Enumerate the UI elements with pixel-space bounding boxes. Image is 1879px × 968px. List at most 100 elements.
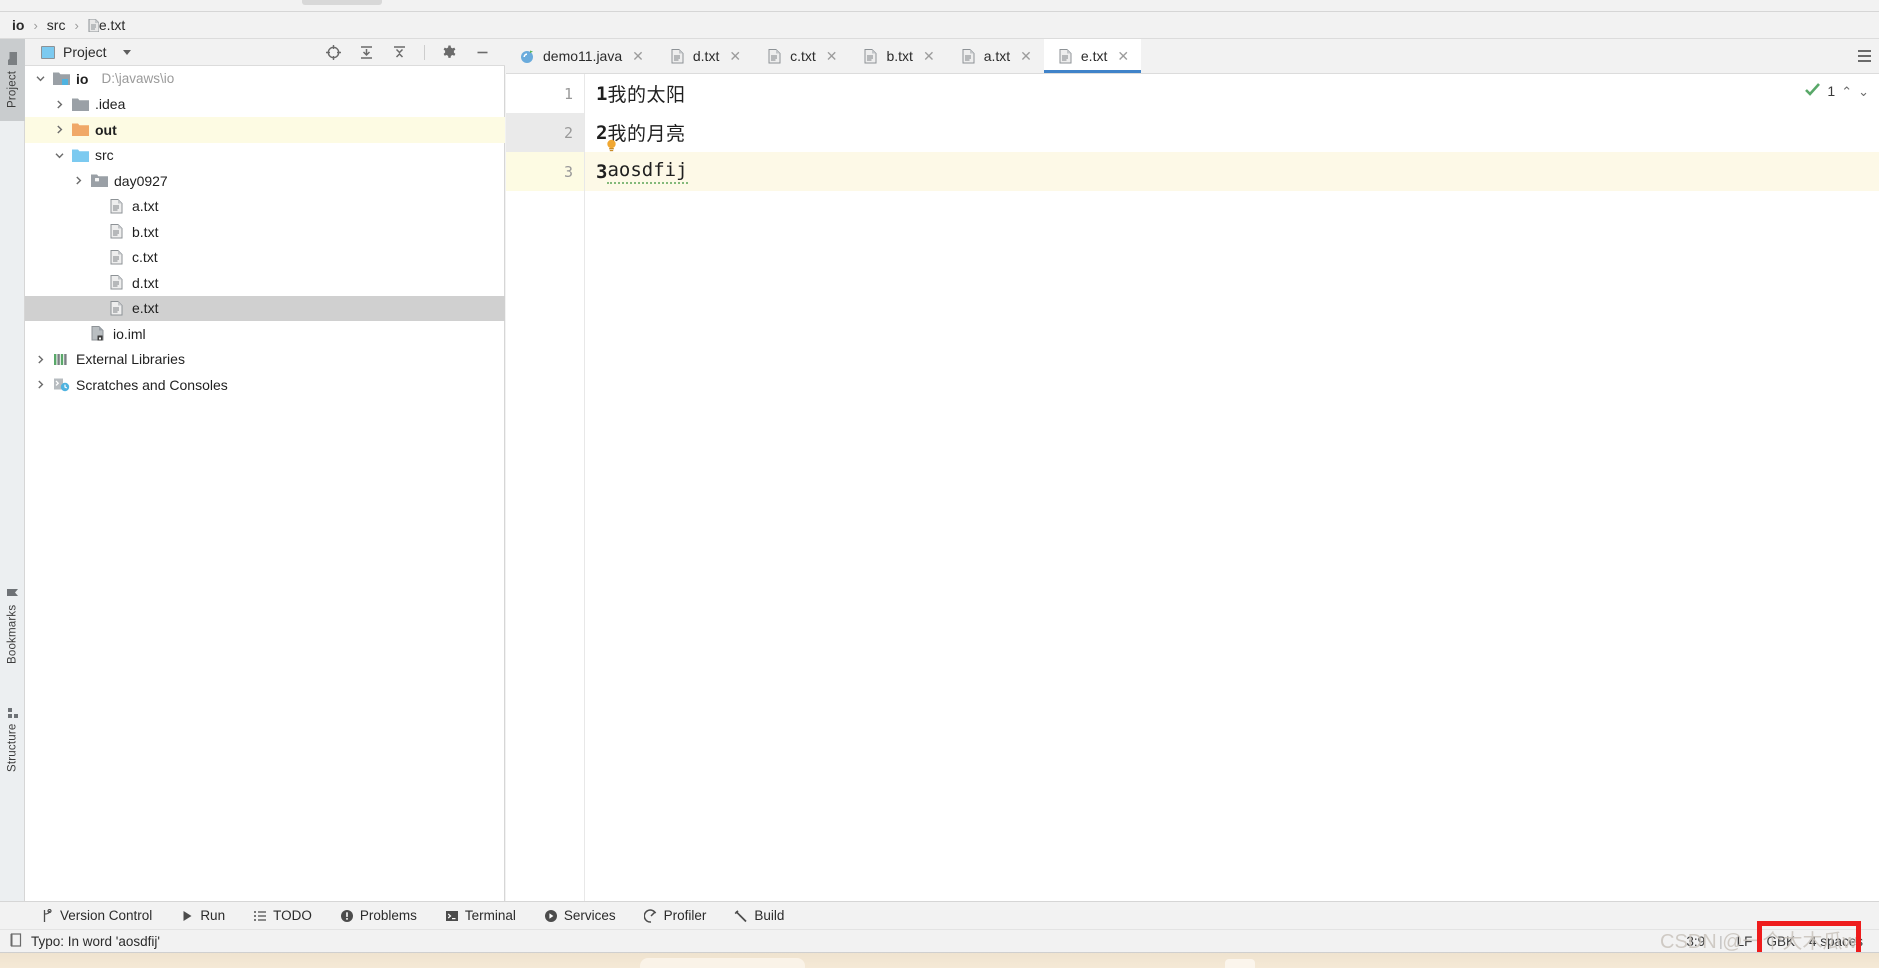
- indent-setting[interactable]: 4 spaces: [1809, 934, 1863, 949]
- tree-node-external-libraries[interactable]: External Libraries: [25, 347, 505, 373]
- chevron-right-icon[interactable]: [73, 175, 84, 186]
- close-icon[interactable]: ✕: [923, 49, 935, 63]
- close-icon[interactable]: ✕: [826, 49, 838, 63]
- tree-node-a-txt[interactable]: a.txt: [25, 194, 505, 220]
- line-separator[interactable]: LF: [1737, 934, 1753, 949]
- text-file-icon: [863, 48, 878, 64]
- rail-label-bookmarks: Bookmarks: [6, 604, 19, 664]
- line-number[interactable]: 2: [506, 113, 584, 152]
- tree-node-c-txt[interactable]: c.txt: [25, 245, 505, 271]
- gear-icon[interactable]: [441, 44, 458, 61]
- intention-bulb-icon[interactable]: [605, 135, 618, 152]
- project-tree[interactable]: io D:\javaws\io .idea out src day0927 a.txt b.t…: [25, 66, 505, 929]
- editor-menu-icon[interactable]: [1856, 46, 1872, 66]
- locate-icon[interactable]: [325, 44, 342, 61]
- chevron-right-icon[interactable]: [35, 354, 46, 365]
- folder-grey-icon: [72, 97, 89, 112]
- bottom-bar-label: TODO: [273, 908, 312, 923]
- editor-tab-label: e.txt: [1080, 48, 1108, 64]
- close-icon[interactable]: ✕: [729, 49, 741, 63]
- tree-node-label: io: [76, 70, 89, 87]
- close-icon[interactable]: ✕: [1117, 49, 1129, 63]
- editor-tab-e-txt[interactable]: e.txt ✕: [1043, 39, 1142, 73]
- tree-node-day0927[interactable]: day0927: [25, 168, 505, 194]
- bottom-bar-label: Run: [200, 908, 226, 923]
- package-icon: [91, 173, 108, 188]
- bottom-bar-version-control[interactable]: Version Control: [40, 908, 152, 923]
- editor-tab-c-txt[interactable]: c.txt ✕: [753, 39, 849, 73]
- rail-button-structure[interactable]: Structure: [0, 694, 25, 784]
- tree-node-src[interactable]: src: [25, 143, 505, 169]
- bottom-bar-todo[interactable]: TODO: [253, 908, 312, 923]
- rail-button-project[interactable]: Project: [0, 39, 25, 121]
- file-encoding[interactable]: GBK: [1766, 934, 1795, 949]
- tree-node-io-iml[interactable]: io.iml: [25, 321, 505, 347]
- bottom-bar-profiler[interactable]: Profiler: [643, 908, 706, 923]
- folder-orange-icon: [72, 122, 89, 137]
- bottom-bar-terminal[interactable]: Terminal: [445, 908, 516, 923]
- rail-label-project: Project: [6, 70, 19, 108]
- iml-file-icon: [90, 326, 107, 341]
- editor-tab-demo11-java[interactable]: demo11.java ✕: [506, 39, 656, 73]
- chevron-down-icon[interactable]: ⌄: [1858, 85, 1869, 98]
- os-taskbar: [0, 952, 1879, 968]
- close-icon[interactable]: ✕: [1020, 49, 1032, 63]
- chevron-up-icon[interactable]: ⌃: [1841, 85, 1852, 98]
- caret-position[interactable]: 3:9: [1686, 934, 1705, 949]
- breadcrumb[interactable]: io › src › e.txt: [0, 12, 1879, 39]
- tree-node-io[interactable]: io D:\javaws\io: [25, 66, 505, 92]
- collapse-all-icon[interactable]: [391, 44, 408, 61]
- tree-node-label: c.txt: [132, 249, 158, 266]
- code-line-prefix: 1: [596, 82, 608, 105]
- bottom-bar-build[interactable]: Build: [734, 908, 784, 923]
- expand-all-icon[interactable]: [358, 44, 375, 61]
- bottom-bar-services[interactable]: Services: [544, 908, 616, 923]
- branch-icon: [40, 908, 54, 923]
- chevron-down-icon[interactable]: [35, 73, 46, 84]
- code-lines[interactable]: 1 我的太阳 2 我的月亮 3 aosdfij: [585, 74, 1879, 929]
- chevron-down-icon[interactable]: [54, 150, 65, 161]
- rail-button-bookmarks[interactable]: Bookmarks: [0, 579, 25, 671]
- project-panel-toolbar: [325, 44, 505, 61]
- tree-node-d-txt[interactable]: d.txt: [25, 270, 505, 296]
- project-panel-header: Project: [25, 39, 505, 66]
- structure-icon: [6, 706, 19, 719]
- tree-node-b-txt[interactable]: b.txt: [25, 219, 505, 245]
- taskbar-window-pill: [640, 958, 805, 968]
- tree-node--idea[interactable]: .idea: [25, 92, 505, 118]
- close-icon[interactable]: ✕: [632, 49, 644, 63]
- project-title-group[interactable]: Project: [41, 44, 131, 60]
- text-file-icon: [109, 249, 126, 265]
- tree-node-scratches-and-consoles[interactable]: Scratches and Consoles: [25, 372, 505, 398]
- chevron-down-icon[interactable]: [122, 49, 131, 55]
- breadcrumb-root[interactable]: io: [12, 17, 24, 33]
- breadcrumb-separator-2: ›: [74, 17, 79, 33]
- line-number[interactable]: 3: [506, 152, 584, 191]
- line-number[interactable]: 1: [506, 74, 584, 113]
- code-line-text: aosdfij: [607, 159, 688, 184]
- text-file-icon: [670, 48, 685, 64]
- hammer-icon: [734, 909, 748, 923]
- chevron-right-icon[interactable]: [35, 379, 46, 390]
- breadcrumb-folder[interactable]: src: [47, 17, 66, 33]
- breadcrumb-file[interactable]: e.txt: [99, 17, 125, 33]
- chevron-right-icon[interactable]: [54, 124, 65, 135]
- tree-node-e-txt[interactable]: e.txt: [25, 295, 505, 321]
- inspection-widget[interactable]: 1 ⌃ ⌄: [1804, 82, 1869, 100]
- terminal-icon: [445, 909, 459, 923]
- editor-tab-b-txt[interactable]: b.txt ✕: [849, 39, 946, 73]
- editor-tab-d-txt[interactable]: d.txt ✕: [656, 39, 753, 73]
- bottom-bar-problems[interactable]: Problems: [340, 908, 417, 923]
- code-editor[interactable]: 123 1 我的太阳 2 我的月亮 3 aosdfij 1 ⌃ ⌄: [506, 74, 1879, 929]
- editor-tab-bar[interactable]: demo11.java ✕ d.txt ✕ c.txt ✕ b.txt ✕ a.txt ✕ e.tx…: [506, 39, 1879, 74]
- chevron-right-icon[interactable]: [54, 99, 65, 110]
- minimize-icon[interactable]: [474, 44, 491, 61]
- code-line[interactable]: 1 我的太阳: [585, 74, 1879, 113]
- code-line[interactable]: 2 我的月亮: [585, 113, 1879, 152]
- tree-node-out[interactable]: out: [25, 117, 505, 143]
- tree-node-label: b.txt: [132, 223, 159, 240]
- bottom-bar-run[interactable]: Run: [180, 908, 225, 923]
- editor-tab-a-txt[interactable]: a.txt ✕: [947, 39, 1044, 73]
- code-line[interactable]: 3 aosdfij: [585, 152, 1879, 191]
- bottom-tool-window-bar[interactable]: Version Control Run TODO Problems Terminal Se…: [0, 901, 1879, 929]
